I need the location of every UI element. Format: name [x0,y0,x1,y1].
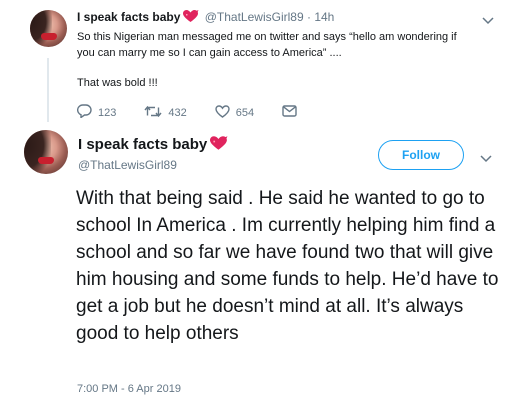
reply-count: 123 [98,106,117,119]
like-count: 654 [235,106,255,119]
tweet-header: I speak facts baby @ThatLewisGirl89 [78,136,230,173]
avatar[interactable] [24,130,68,174]
tweet-text: So this Nigerian man messaged me on twit… [77,31,457,59]
reply-tweet: I speak facts baby @ThatLewisGirl89 · 14… [77,9,497,91]
heart-emoji-icon [183,10,199,27]
retweet-icon [144,105,168,121]
tweet-time[interactable]: 14h [314,10,334,24]
follow-button[interactable]: Follow [378,140,464,170]
avatar[interactable] [30,10,67,47]
dm-button[interactable] [282,105,303,120]
reply-button[interactable]: 123 [77,104,116,121]
tweet-timestamp[interactable]: 7:00 PM - 6 Apr 2019 [77,383,181,395]
like-button[interactable]: 654 [215,104,255,121]
tweet-header: I speak facts baby @ThatLewisGirl89 · 14… [77,9,497,27]
user-handle[interactable]: @ThatLewisGirl89 [78,157,230,173]
display-name[interactable]: I speak facts baby [78,136,207,153]
separator: · [306,10,311,24]
chevron-down-icon[interactable] [480,150,492,168]
tweet-text-continued: That was bold !!! [77,77,158,89]
thread-connector-line [47,58,49,122]
user-handle[interactable]: @ThatLewisGirl89 [205,10,304,24]
retweet-button[interactable]: 432 [144,105,187,121]
dm-icon [282,105,303,120]
reply-icon [77,104,98,121]
tweet-text: With that being said . He said he wanted… [76,188,499,344]
like-icon [215,104,236,121]
retweet-count: 432 [168,106,187,119]
heart-emoji-icon [210,136,228,156]
display-name[interactable]: I speak facts baby [77,10,180,24]
tweet-actions: 123 432 654 [77,104,331,121]
